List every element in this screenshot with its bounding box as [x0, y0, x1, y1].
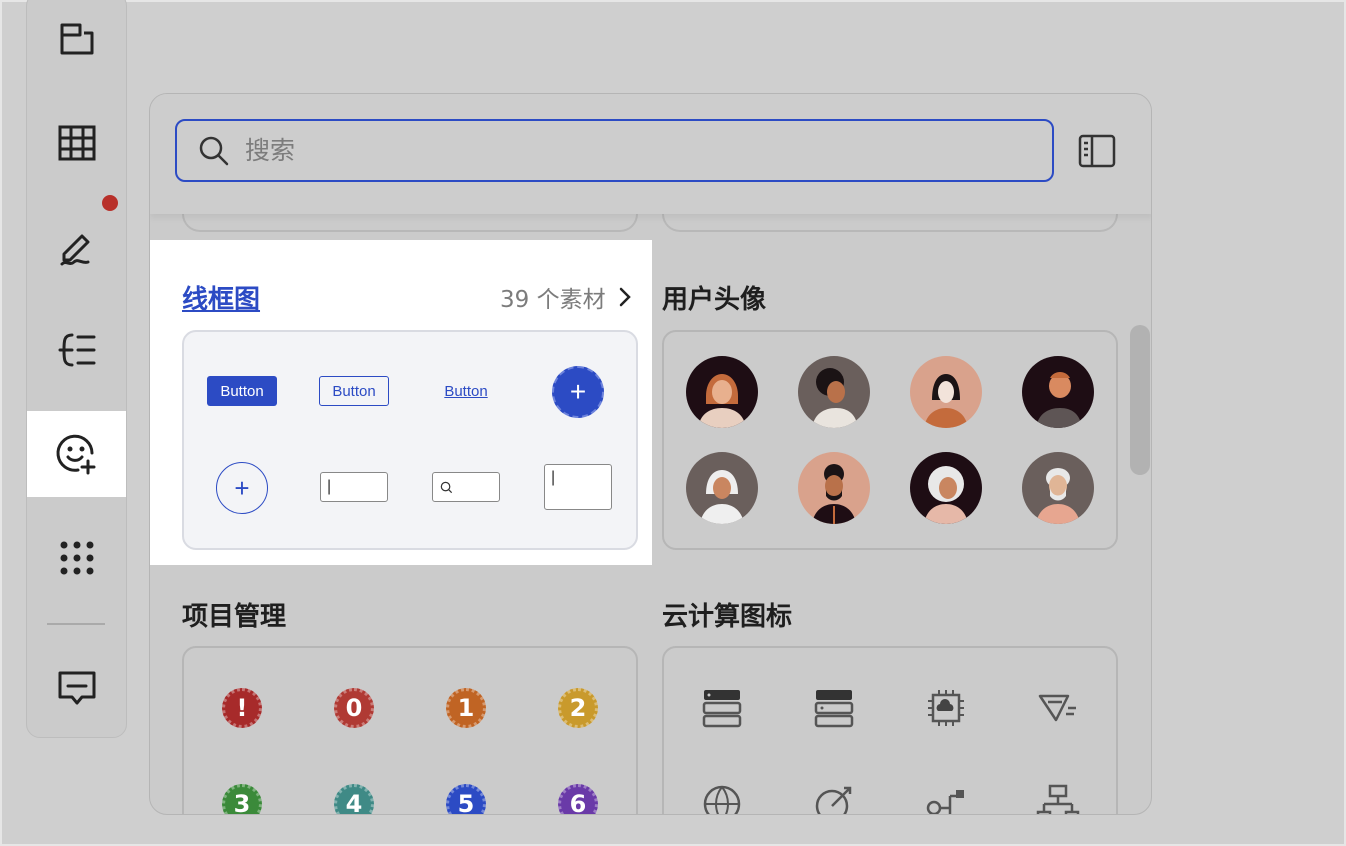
search-icon	[199, 136, 229, 165]
avatar[interactable]	[686, 356, 758, 428]
search-icon	[440, 481, 453, 493]
avatar[interactable]	[1022, 452, 1094, 524]
wireframe-button-link[interactable]: Button	[431, 376, 501, 406]
server-icon[interactable]	[700, 686, 744, 730]
cloud-chip-icon[interactable]	[924, 686, 968, 730]
avatar[interactable]	[798, 356, 870, 428]
notification-dot	[102, 195, 118, 211]
filter-icon[interactable]	[1036, 686, 1080, 730]
user-avatar-icon	[1022, 356, 1094, 428]
wireframe-textarea[interactable]: |	[544, 464, 612, 510]
project-title: 项目管理	[182, 602, 287, 632]
database-server-icon[interactable]	[812, 686, 856, 730]
asset-panel: 线框图 39 个素材 Button Button Button + + | | …	[149, 93, 1152, 815]
tool-comment[interactable]	[27, 645, 126, 731]
frame-icon	[60, 23, 93, 55]
search-box[interactable]	[175, 119, 1054, 182]
search-input[interactable]	[245, 136, 1005, 165]
avatars-card[interactable]	[662, 330, 1118, 550]
avatar[interactable]	[910, 452, 982, 524]
badge-exclamation[interactable]: !	[222, 688, 262, 728]
wireframe-title[interactable]: 线框图	[182, 279, 260, 316]
comment-icon	[58, 671, 95, 705]
pen-icon	[60, 234, 89, 266]
badge-3[interactable]: 3	[222, 784, 262, 814]
panel-header	[150, 94, 1151, 214]
globe-icon[interactable]	[700, 782, 744, 815]
mindmap-icon	[58, 333, 95, 367]
tool-pen[interactable]	[27, 204, 126, 290]
user-avatar-icon	[910, 452, 982, 524]
wireframe-count[interactable]: 39 个素材	[500, 280, 638, 314]
target-icon[interactable]	[812, 782, 856, 815]
chevron-right-icon	[619, 287, 631, 307]
network-node-icon[interactable]	[924, 782, 968, 815]
wireframe-button-outline[interactable]: Button	[319, 376, 389, 406]
badge-2[interactable]: 2	[558, 688, 598, 728]
wireframe-circle-button[interactable]: +	[216, 462, 268, 514]
tool-table[interactable]	[27, 100, 126, 186]
project-card[interactable]: ! 0 1 2 3 4 5 6	[182, 646, 638, 814]
hierarchy-icon[interactable]	[1036, 782, 1080, 815]
user-avatar-icon	[798, 356, 870, 428]
wireframe-text-field[interactable]: |	[320, 472, 388, 502]
badge-1[interactable]: 1	[446, 688, 486, 728]
more-grid-icon	[60, 541, 93, 575]
badge-4[interactable]: 4	[334, 784, 374, 814]
left-toolbar	[26, 0, 127, 738]
cloud-card[interactable]	[662, 646, 1118, 815]
tool-assets[interactable]	[27, 411, 126, 497]
avatar[interactable]	[798, 452, 870, 524]
wireframe-card[interactable]: Button Button Button + + | |	[182, 330, 638, 550]
badge-0[interactable]: 0	[334, 688, 374, 728]
user-avatar-icon	[686, 356, 758, 428]
badge-5[interactable]: 5	[446, 784, 486, 814]
user-avatar-icon	[1022, 452, 1094, 524]
wireframe-fab[interactable]: +	[552, 366, 604, 418]
panel-scrollbar[interactable]	[1130, 325, 1150, 475]
tool-mindmap[interactable]	[27, 307, 126, 393]
avatars-title: 用户头像	[662, 285, 767, 315]
toolbar-divider	[47, 623, 105, 625]
user-avatar-icon	[686, 452, 758, 524]
table-icon	[58, 125, 95, 161]
avatar[interactable]	[910, 356, 982, 428]
cloud-title: 云计算图标	[662, 602, 793, 632]
smile-plus-icon	[56, 434, 95, 475]
wireframe-button-solid[interactable]: Button	[207, 376, 277, 406]
asset-count-label: 39 个素材	[500, 287, 606, 313]
avatar[interactable]	[686, 452, 758, 524]
badge-6[interactable]: 6	[558, 784, 598, 814]
sidebar-toggle-icon[interactable]	[1076, 130, 1118, 172]
tool-more[interactable]	[27, 515, 126, 601]
tool-frame[interactable]	[27, 0, 126, 83]
user-avatar-icon	[910, 356, 982, 428]
avatar[interactable]	[1022, 356, 1094, 428]
wireframe-search-field[interactable]	[432, 472, 500, 502]
user-avatar-icon	[798, 452, 870, 524]
